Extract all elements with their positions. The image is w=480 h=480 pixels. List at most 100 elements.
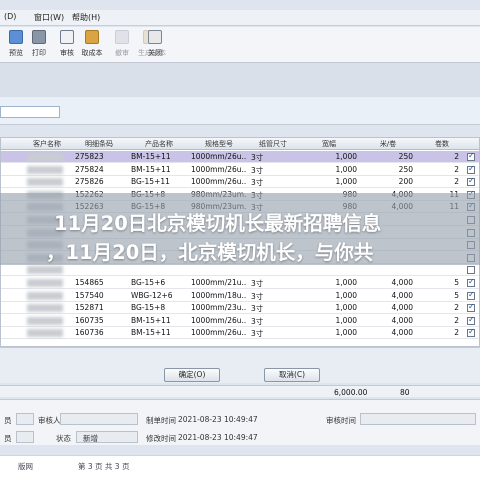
table-row[interactable]: 160736 BM-15+11 1000mm/26u... 3寸 1,000 4,000 2 <box>1 327 479 340</box>
width-cell: 1,000 <box>335 290 357 300</box>
staff-field[interactable] <box>16 413 34 425</box>
row-checkbox[interactable] <box>467 327 475 338</box>
code-cell: 160736 <box>75 328 104 338</box>
core-cell: 3寸 <box>251 279 264 288</box>
meters-cell: 4,000 <box>391 303 413 313</box>
header-product[interactable]: 产品名称 <box>131 139 187 149</box>
approve-button[interactable]: 审核 <box>55 30 79 58</box>
menu-data[interactable]: (D) <box>4 12 16 21</box>
table-row[interactable]: 275823 BM-15+11 1000mm/26u... 3寸 1,000 250 2 <box>1 151 479 163</box>
customer-name-cell <box>27 165 63 174</box>
customer-name-cell <box>27 304 63 313</box>
table-row[interactable]: 275824 BM-15+11 1000mm/26u... 3寸 1,000 250 2 <box>1 164 479 176</box>
product-cell: BG-15+8 <box>131 303 166 313</box>
modified-time: 2021-08-23 10:49:47 <box>178 433 258 442</box>
status-label: 状态 <box>56 434 71 443</box>
row-checkbox[interactable] <box>467 176 475 187</box>
core-cell: 3寸 <box>251 329 264 339</box>
preview-button[interactable]: 预览 <box>4 30 28 58</box>
spec-cell: 1000mm/26u... <box>191 164 247 174</box>
close-icon <box>148 30 162 44</box>
close-button[interactable]: 关闭 <box>143 30 167 58</box>
menu-help[interactable]: 帮助(H) <box>72 12 100 23</box>
header-rolls[interactable]: 卷数 <box>419 139 465 149</box>
code-cell: 157540 <box>75 290 104 300</box>
row-checkbox[interactable] <box>467 151 475 161</box>
status-bar: 版网 第 3 页 共 3 页 <box>0 455 480 480</box>
menu-bar: (D) 窗口(W) 帮助(H) <box>0 10 480 26</box>
table-row[interactable]: 160735 BM-15+11 1000mm/26u... 3寸 1,000 4,000 2 <box>1 315 479 327</box>
product-cell: BM-15+11 <box>131 152 171 161</box>
unapprove-button[interactable]: 撤审 <box>110 30 134 58</box>
print-button[interactable]: 打印 <box>27 30 51 58</box>
customer-name-cell <box>27 279 63 287</box>
width-cell: 1,000 <box>335 278 357 287</box>
row-checkbox[interactable] <box>467 302 475 313</box>
row-checkbox[interactable] <box>467 315 475 325</box>
spec-cell: 1000mm/26u... <box>191 152 247 161</box>
header-spec[interactable]: 规格型号 <box>191 139 247 149</box>
meters-cell: 4,000 <box>391 328 413 338</box>
header-customer[interactable]: 客户名称 <box>27 139 67 149</box>
rolls-cell: 2 <box>454 177 459 187</box>
created-label: 制单时间 <box>146 416 176 425</box>
row-checkbox[interactable] <box>467 290 475 300</box>
status-value: 新增 <box>83 434 98 443</box>
meters-cell: 200 <box>398 177 413 187</box>
header-core[interactable]: 纸管尺寸 <box>251 139 295 149</box>
rolls-cell: 5 <box>454 278 459 287</box>
cost-button[interactable]: 取成本 <box>80 30 104 58</box>
table-row[interactable]: 275826 BG-15+11 1000mm/26u... 3寸 1,000 200 2 <box>1 176 479 189</box>
core-cell: 3寸 <box>251 165 264 175</box>
auditor-label: 审核人 <box>38 416 61 425</box>
width-cell: 1,000 <box>335 177 357 187</box>
rolls-cell: 2 <box>454 164 459 174</box>
product-cell: BM-15+11 <box>131 315 171 325</box>
filter-field[interactable] <box>0 106 60 118</box>
table-row[interactable]: 157540 WBG-12+6 1000mm/18u... 3寸 1,000 4,000 5 <box>1 290 479 302</box>
auditor-field[interactable] <box>60 413 138 425</box>
headline-banner: 11月20日北京模切机长最新招聘信息 ，11月20日，北京模切机长，与你共 <box>0 193 480 265</box>
network-label: 版网 <box>18 462 33 471</box>
menu-window[interactable]: 窗口(W) <box>34 12 64 23</box>
filter-bar <box>0 97 480 125</box>
customer-name-cell <box>27 266 63 275</box>
grid-header: 客户名称 明细条码 产品名称 规格型号 纸管尺寸 宽幅 米/卷 卷数 <box>1 138 479 150</box>
spec-cell: 1000mm/21u... <box>191 278 247 287</box>
core-cell: 3寸 <box>251 304 264 314</box>
approved-time-field[interactable] <box>360 413 476 425</box>
code-cell: 275823 <box>75 152 104 161</box>
header-meters[interactable]: 米/卷 <box>363 139 413 149</box>
rolls-cell: 2 <box>454 152 459 161</box>
table-row[interactable]: 154865 BG-15+6 1000mm/21u... 3寸 1,000 4,000 5 <box>1 277 479 289</box>
spec-cell: 1000mm/23u... <box>191 303 247 313</box>
staff2-field[interactable] <box>16 431 34 443</box>
cancel-button[interactable]: 取消(C) <box>264 368 320 382</box>
staff2-label: 员 <box>4 434 12 443</box>
row-checkbox[interactable] <box>467 164 475 174</box>
code-cell: 275826 <box>75 177 104 187</box>
ok-button[interactable]: 确定(O) <box>164 368 220 382</box>
modified-label: 修改时间 <box>146 434 176 443</box>
status-field[interactable]: 新增 <box>76 431 138 443</box>
approved-label: 审核时间 <box>326 416 356 425</box>
toolbar: 预览 打印 审核 取成本 撤审 生成成本 关闭 <box>0 27 480 63</box>
total-amount: 6,000.00 <box>334 388 368 397</box>
customer-name-cell <box>27 329 63 338</box>
width-cell: 1,000 <box>335 328 357 338</box>
total-count: 80 <box>400 388 410 397</box>
header-width[interactable]: 宽幅 <box>301 139 357 149</box>
core-cell: 3寸 <box>251 291 264 301</box>
table-row[interactable]: 152871 BG-15+8 1000mm/23u... 3寸 1,000 4,000 2 <box>1 302 479 315</box>
row-checkbox[interactable] <box>467 266 475 275</box>
totals-row: 6,000.00 80 <box>0 385 480 397</box>
meters-cell: 250 <box>398 152 413 161</box>
header-barcode[interactable]: 明细条码 <box>75 139 123 149</box>
rolls-cell: 2 <box>454 315 459 325</box>
width-cell: 1,000 <box>335 315 357 325</box>
product-cell: BM-15+11 <box>131 164 171 174</box>
product-cell: BG-15+6 <box>131 278 166 287</box>
table-row[interactable] <box>1 264 479 277</box>
width-cell: 1,000 <box>335 152 357 161</box>
row-checkbox[interactable] <box>467 277 475 287</box>
